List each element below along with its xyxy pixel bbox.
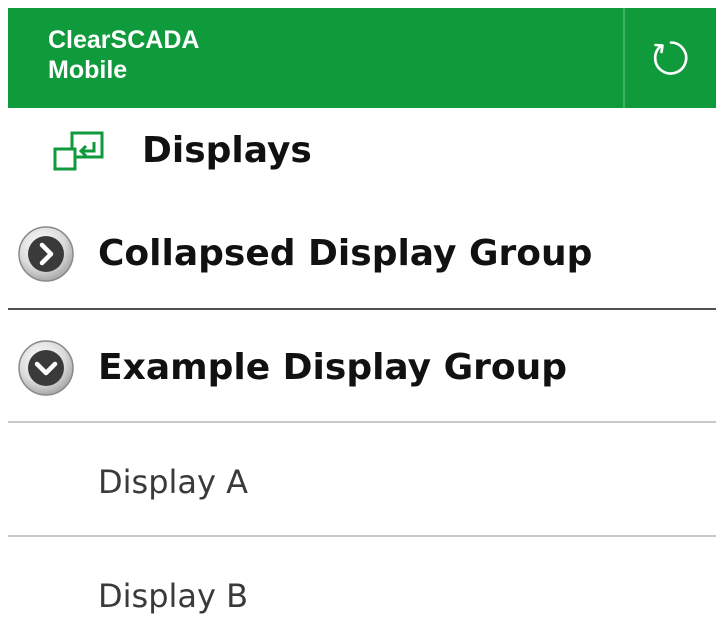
list-item-label: Display B (98, 577, 249, 615)
group-label: Collapsed Display Group (98, 233, 593, 274)
refresh-icon (653, 41, 687, 75)
section-title: Displays (142, 130, 312, 171)
chevron-down-icon (18, 340, 74, 396)
list-item-label: Display A (98, 463, 249, 501)
section-header: Displays (50, 126, 312, 176)
list-item-display-a[interactable]: Display A (8, 442, 716, 522)
group-row-example-display-group[interactable]: Example Display Group (8, 326, 716, 410)
divider (8, 421, 716, 423)
group-row-collapsed-display-group[interactable]: Collapsed Display Group (8, 212, 716, 296)
chevron-right-icon (18, 226, 74, 282)
app-title: ClearSCADA Mobile (48, 25, 199, 85)
displays-icon (53, 131, 104, 171)
app-title-line1: ClearSCADA (48, 26, 200, 54)
list-item-display-b[interactable]: Display B (8, 556, 716, 636)
app-title-line2: Mobile (48, 56, 128, 84)
divider (8, 308, 716, 310)
app-header: ClearSCADA Mobile (8, 8, 716, 108)
divider (8, 535, 716, 537)
refresh-button[interactable] (625, 8, 716, 108)
group-label: Example Display Group (98, 347, 568, 388)
